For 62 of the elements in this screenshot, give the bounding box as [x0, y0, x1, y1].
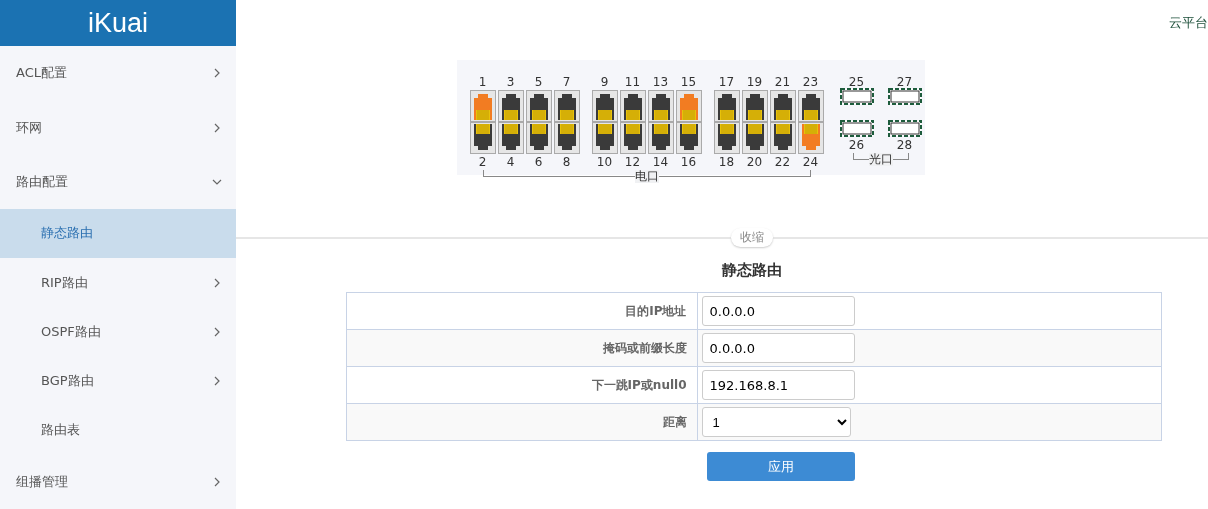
port-number: 8	[562, 154, 571, 170]
port-number: 27	[896, 74, 913, 90]
port-number: 16	[680, 154, 697, 170]
port-number: 25	[848, 74, 865, 90]
port-number: 18	[718, 154, 735, 170]
port-number: 10	[596, 154, 613, 170]
sidebar-item[interactable]: 组播管理	[0, 454, 236, 509]
sidebar-item[interactable]: RIP路由	[0, 257, 236, 308]
cloud-platform-link[interactable]: 云平台	[1169, 14, 1208, 32]
input-field[interactable]: 0.0.0.0	[701, 296, 855, 326]
port-number: 12	[624, 154, 641, 170]
port-number: 24	[802, 154, 819, 170]
optical-port-icon	[887, 88, 922, 105]
port-number: 7	[562, 74, 571, 90]
field-label: 距离	[346, 403, 697, 441]
port-number: 4	[506, 154, 515, 170]
optical-port-icon	[839, 88, 874, 105]
optical-port-icon	[839, 120, 874, 137]
port-number: 17	[718, 74, 735, 90]
sidebar-item[interactable]: 路由配置	[0, 154, 236, 209]
chevron-right-icon	[212, 476, 222, 487]
sidebar-item[interactable]: OSPF路由	[0, 307, 236, 357]
sidebar-item[interactable]: ACL配置	[0, 46, 236, 101]
field-label: 下一跳IP或null0	[346, 366, 697, 404]
input-field[interactable]: 0.0.0.0	[701, 333, 855, 363]
port-number: 3	[506, 74, 515, 90]
chevron-right-icon	[212, 376, 222, 386]
sidebar-item[interactable]: 静态路由	[0, 208, 236, 258]
input-field[interactable]: 192.168.8.1	[701, 370, 855, 400]
sidebar-item[interactable]: 路由表	[0, 405, 236, 455]
port-number: 2	[478, 154, 487, 170]
port-number: 21	[774, 74, 791, 90]
port-number: 15	[680, 74, 697, 90]
field-label: 目的IP地址	[346, 292, 697, 330]
bracket-label: 电口	[634, 170, 659, 183]
port-number: 22	[774, 154, 791, 170]
port-number: 19	[746, 74, 763, 90]
apply-button[interactable]: 应用	[707, 452, 855, 481]
sidebar-item[interactable]: 环网	[0, 100, 236, 155]
chevron-right-icon	[212, 277, 222, 288]
port-number: 28	[896, 137, 913, 153]
port-number: 11	[624, 74, 641, 90]
port-number: 23	[802, 74, 819, 90]
port-number: 5	[534, 74, 543, 90]
section-title: 静态路由	[722, 261, 782, 280]
chevron-right-icon	[212, 68, 222, 79]
logo: iKuai	[0, 0, 236, 47]
chevron-right-icon	[212, 122, 222, 133]
bracket-label: 光口	[868, 153, 893, 166]
collapse-button[interactable]: 收缩	[731, 228, 773, 247]
port-number: 9	[600, 74, 609, 90]
optical-port-icon	[887, 120, 922, 137]
sidebar-item[interactable]: BGP路由	[0, 356, 236, 406]
field-label: 掩码或前缀长度	[346, 329, 697, 367]
port-number: 1	[478, 74, 487, 90]
port-number: 14	[652, 154, 669, 170]
chevron-right-icon	[212, 326, 222, 337]
port-number: 26	[848, 137, 865, 153]
port-number: 20	[746, 154, 763, 170]
distance-select[interactable]: 1	[701, 407, 851, 437]
port-number: 6	[534, 154, 543, 170]
port-number: 13	[652, 74, 669, 90]
